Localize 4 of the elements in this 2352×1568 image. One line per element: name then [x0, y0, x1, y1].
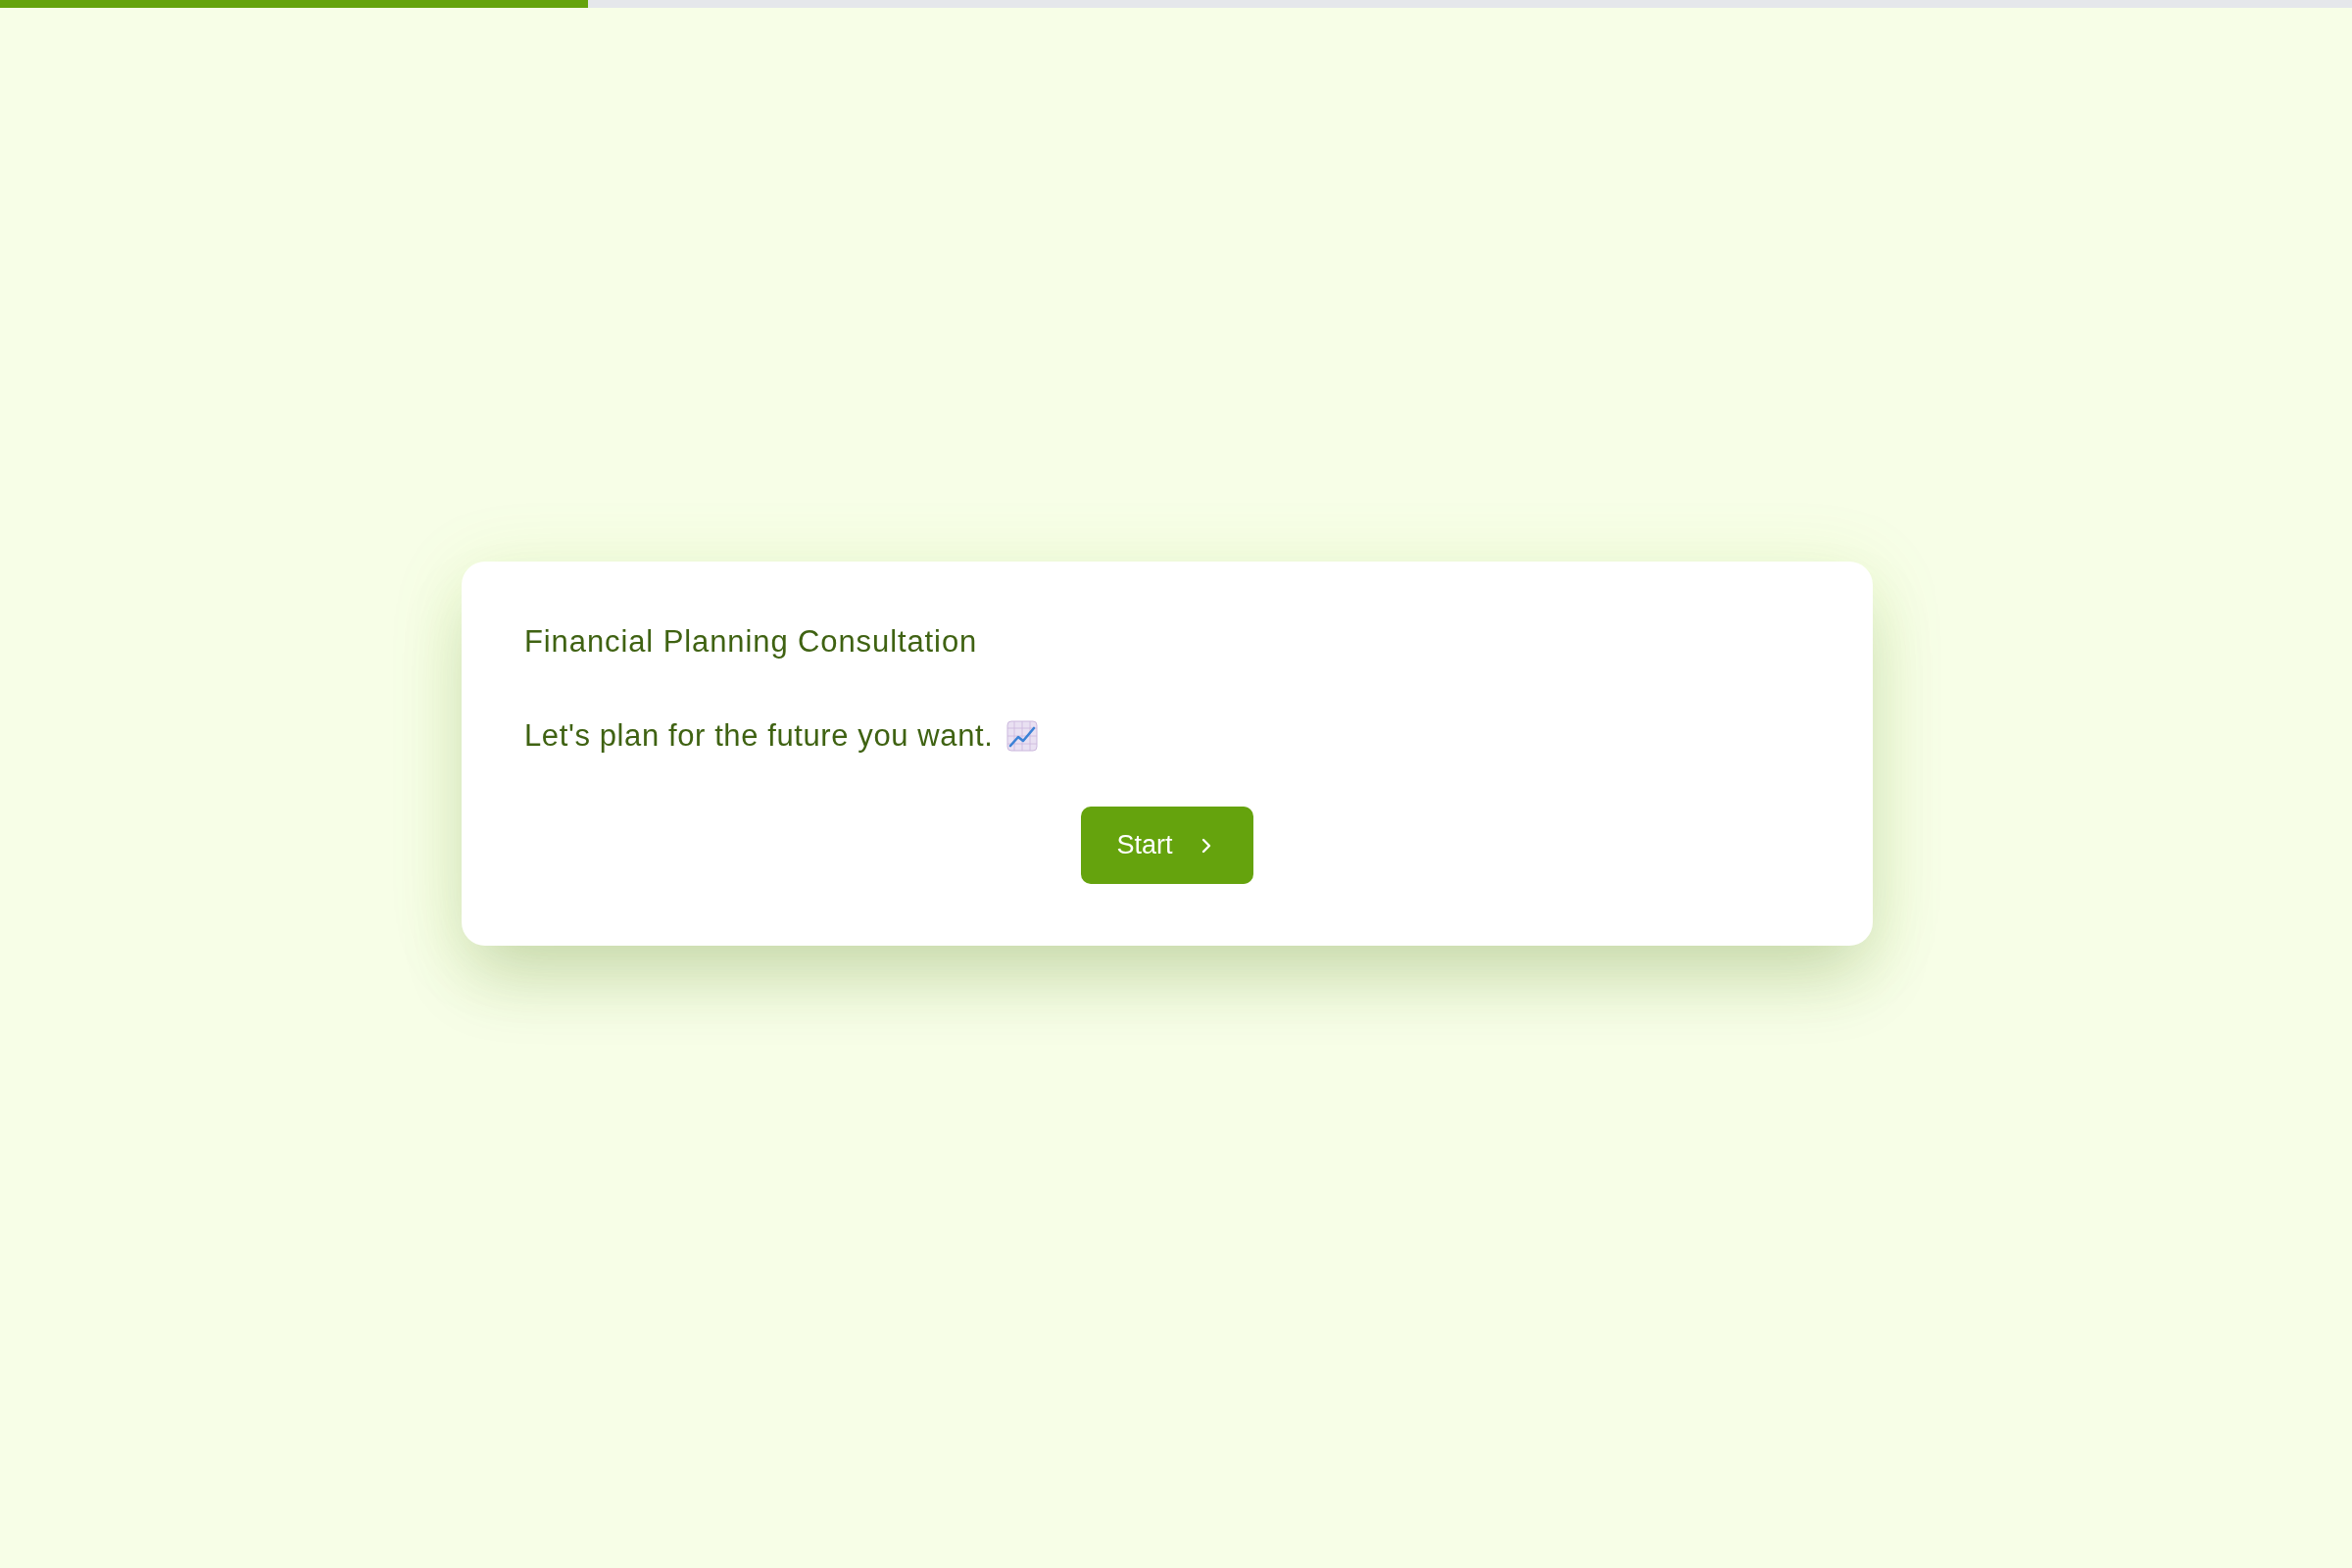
welcome-message: Let's plan for the future you want.	[524, 717, 994, 755]
card-title: Financial Planning Consultation	[524, 623, 978, 661]
rising-chart-icon	[1006, 720, 1039, 752]
start-button[interactable]: Start	[1081, 807, 1253, 884]
